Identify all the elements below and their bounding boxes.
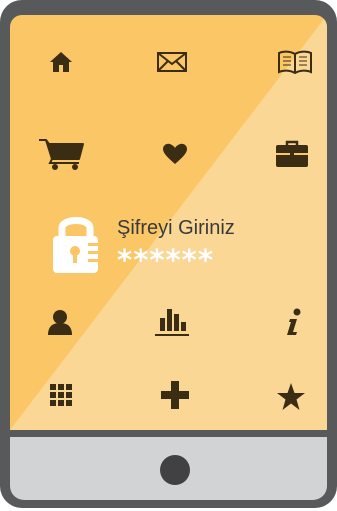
home-icon[interactable] bbox=[46, 48, 76, 76]
grid-icon[interactable] bbox=[48, 382, 74, 408]
book-icon[interactable] bbox=[275, 48, 315, 76]
lock-icon bbox=[50, 213, 102, 280]
password-field[interactable]: ****** bbox=[117, 243, 214, 277]
mail-icon[interactable] bbox=[157, 49, 187, 75]
star-icon[interactable] bbox=[274, 380, 308, 412]
info-icon[interactable] bbox=[282, 305, 306, 339]
user-icon[interactable] bbox=[44, 306, 76, 338]
briefcase-icon[interactable] bbox=[274, 138, 310, 170]
home-button[interactable] bbox=[160, 455, 190, 485]
heart-icon[interactable] bbox=[160, 140, 190, 168]
shopping-cart-icon[interactable] bbox=[36, 136, 86, 172]
password-prompt: Şifreyi Giriniz bbox=[117, 217, 235, 239]
plus-icon[interactable] bbox=[158, 378, 192, 412]
tablet-screen: Şifreyi Giriniz ****** bbox=[10, 15, 327, 430]
bar-chart-icon[interactable] bbox=[153, 303, 191, 339]
